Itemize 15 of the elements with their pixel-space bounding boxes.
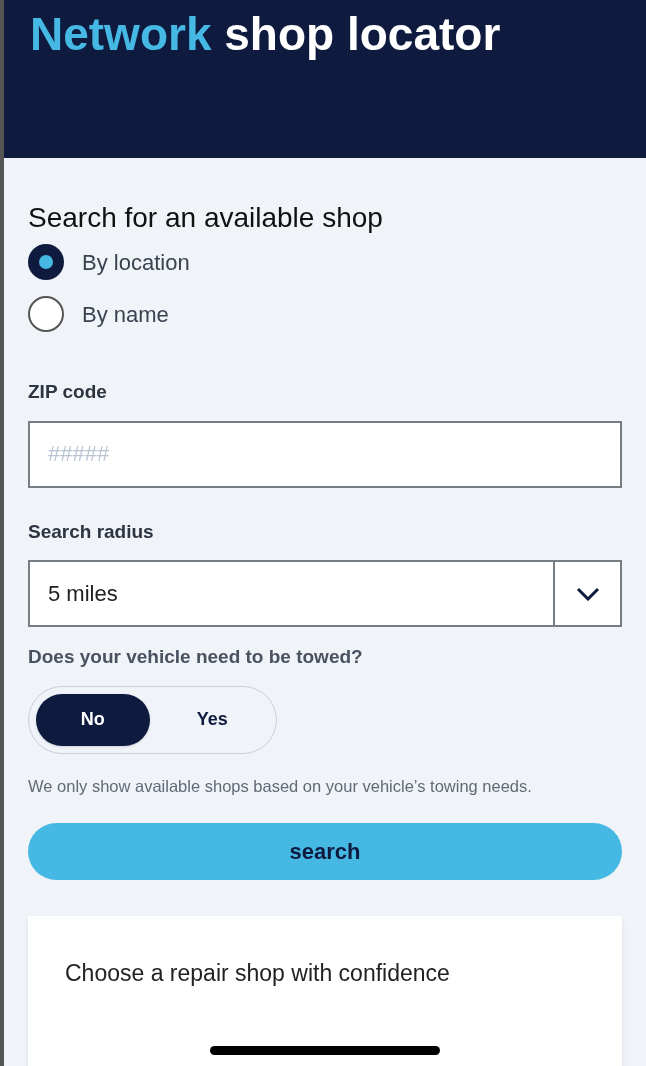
field-label: ZIP code — [28, 380, 107, 404]
chevron-down-icon — [575, 586, 600, 601]
search-button[interactable]: search — [28, 822, 622, 880]
help-text: We only show available shops based on your vehicle’s towing needs. — [28, 775, 533, 797]
radio-option[interactable]: By name — [28, 296, 169, 332]
radius-select[interactable]: 5 miles — [28, 560, 622, 627]
towing-question: Does your vehicle need to be towed? — [28, 645, 363, 669]
radio-option[interactable]: By location — [28, 244, 190, 280]
zip-input-field[interactable]: ##### — [28, 420, 622, 488]
field-label: Search radius — [28, 519, 154, 544]
page-title: Network shop locator — [30, 10, 502, 58]
toggle-option[interactable]: Yes — [155, 693, 269, 746]
toggle-option[interactable]: No — [36, 693, 150, 746]
card-title: Choose a repair shop with confidence — [65, 958, 451, 988]
form-heading: Search for an available shop — [28, 201, 384, 235]
